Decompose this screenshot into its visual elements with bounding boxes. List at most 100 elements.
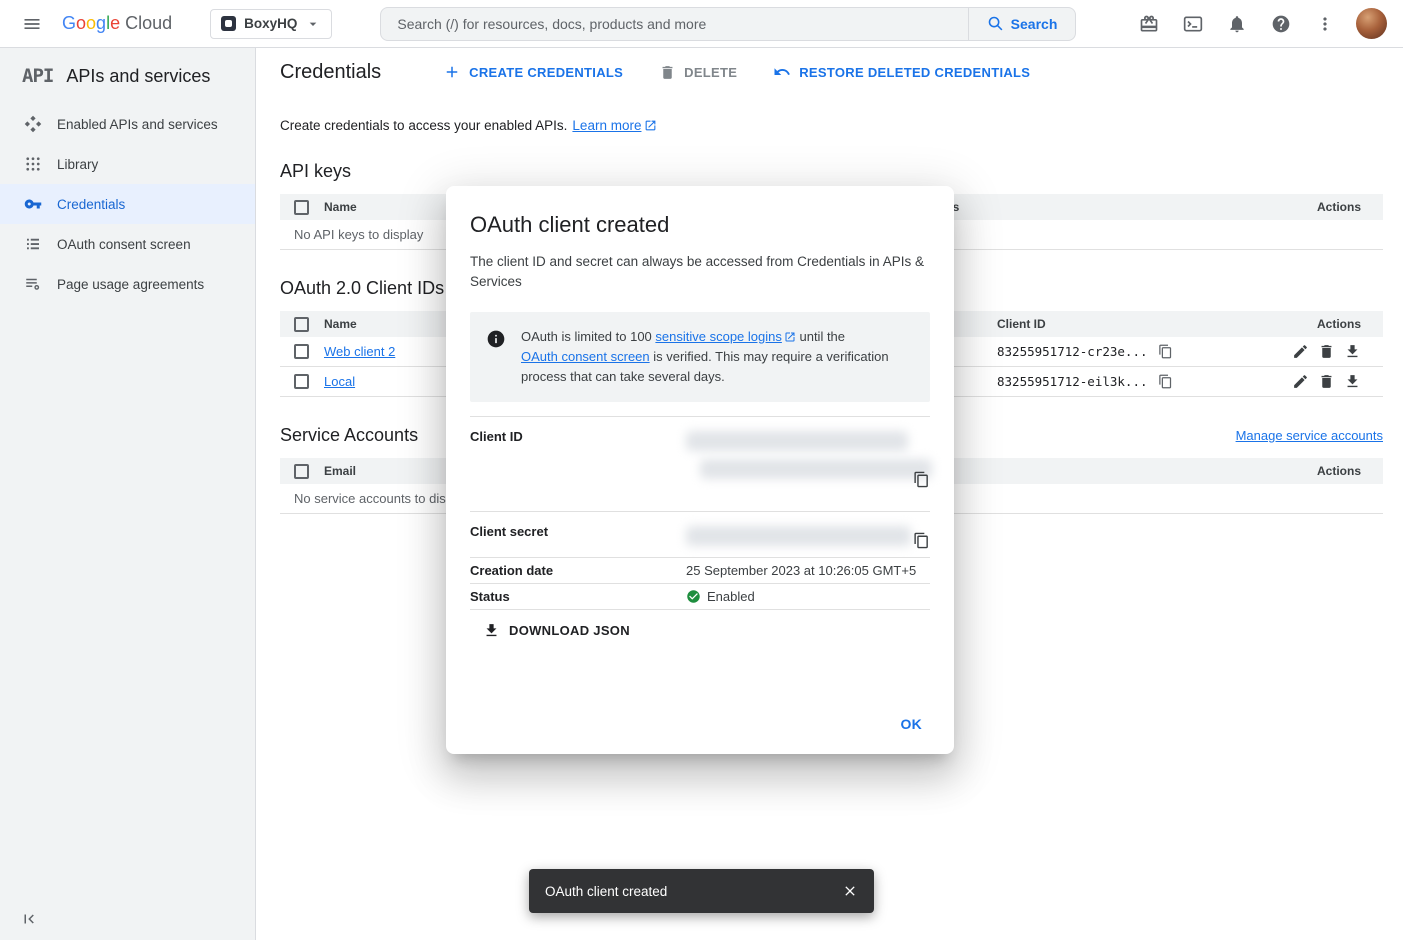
enabled-apis-icon	[24, 115, 42, 133]
sidebar-item-page-usage-agreements[interactable]: Page usage agreements	[0, 264, 255, 304]
search-bar: Search	[380, 7, 1076, 41]
creation-date-row: Creation date 25 September 2023 at 10:26…	[470, 558, 930, 584]
row-checkbox[interactable]	[294, 374, 309, 389]
download-json-label: DOWNLOAD JSON	[509, 623, 630, 638]
dialog-notice-text: OAuth is limited to 100 sensitive scope …	[521, 327, 914, 387]
intro-sentence: Create credentials to access your enable…	[280, 118, 567, 133]
restore-deleted-credentials-button[interactable]: RESTORE DELETED CREDENTIALS	[773, 63, 1030, 81]
more-vert-icon	[1315, 14, 1335, 34]
help-button[interactable]	[1262, 5, 1300, 43]
info-icon	[486, 329, 506, 349]
client-name-link[interactable]: Local	[324, 374, 355, 389]
cloud-shell-icon	[1183, 14, 1203, 34]
notice-mid: until the	[796, 329, 845, 344]
learn-more-label: Learn more	[572, 118, 641, 133]
chevron-down-icon	[305, 16, 321, 32]
oauth-consent-screen-link[interactable]: OAuth consent screen	[521, 347, 650, 367]
copy-icon	[1158, 374, 1173, 389]
sidebar-item-credentials[interactable]: Credentials	[0, 184, 255, 224]
select-all-checkbox[interactable]	[294, 464, 309, 479]
service-accounts-heading-label: Service Accounts	[280, 425, 418, 446]
download-icon	[483, 622, 500, 639]
trash-icon	[1318, 373, 1335, 390]
menu-button[interactable]	[22, 14, 42, 34]
column-actions: Actions	[1263, 464, 1383, 478]
page-toolbar: Credentials CREATE CREDENTIALS DELETE RE…	[256, 48, 1403, 96]
header-checkbox-cell	[280, 317, 324, 332]
manage-service-accounts-link[interactable]: Manage service accounts	[1236, 428, 1383, 443]
client-secret-row: Client secret	[470, 512, 930, 558]
row-checkbox[interactable]	[294, 344, 309, 359]
status-value: Enabled	[686, 589, 930, 604]
copy-client-secret-button[interactable]	[913, 532, 930, 549]
column-actions: Actions	[1263, 317, 1383, 331]
sidebar-item-library[interactable]: Library	[0, 144, 255, 184]
toast-close-button[interactable]	[832, 873, 868, 909]
sidebar-item-label: Credentials	[57, 197, 125, 212]
check-circle-icon	[686, 589, 701, 604]
delete-row-button[interactable]	[1318, 373, 1335, 390]
client-id-redacted	[686, 431, 908, 451]
logo-letter: G	[62, 13, 76, 34]
search-button-label: Search	[1011, 16, 1058, 32]
oauth-clients-heading-label: OAuth 2.0 Client IDs	[280, 278, 444, 299]
select-all-checkbox[interactable]	[294, 200, 309, 215]
copy-client-id-button[interactable]	[1158, 374, 1173, 389]
project-selector[interactable]: BoxyHQ	[210, 9, 332, 39]
logo-cloud-text: Cloud	[125, 13, 172, 34]
row-actions	[1263, 373, 1383, 390]
search-button[interactable]: Search	[968, 8, 1076, 40]
copy-client-id-button[interactable]	[913, 471, 930, 488]
delete-button[interactable]: DELETE	[659, 64, 737, 81]
collapse-sidebar-button[interactable]	[20, 910, 38, 928]
key-icon	[24, 195, 42, 213]
notifications-button[interactable]	[1218, 5, 1256, 43]
status-label: Status	[470, 589, 686, 604]
ok-button[interactable]: OK	[893, 710, 931, 738]
copy-icon	[1158, 344, 1173, 359]
delete-row-button[interactable]	[1318, 343, 1335, 360]
client-id-redacted	[700, 459, 932, 479]
client-id-label: Client ID	[470, 429, 686, 501]
download-row-button[interactable]	[1344, 373, 1361, 390]
cloud-shell-button[interactable]	[1174, 5, 1212, 43]
status-row: Status Enabled	[470, 584, 930, 610]
header-checkbox-cell	[280, 200, 324, 215]
search-input[interactable]	[381, 8, 967, 40]
plus-icon	[443, 63, 461, 81]
api-keys-empty-text: No API keys to display	[280, 227, 423, 242]
edit-icon	[1292, 373, 1309, 390]
agreements-icon	[24, 275, 42, 293]
more-options-button[interactable]	[1306, 5, 1344, 43]
row-checkbox-cell	[280, 344, 324, 359]
client-secret-label: Client secret	[470, 524, 686, 547]
sensitive-scope-logins-link[interactable]: sensitive scope logins	[655, 327, 795, 347]
help-icon	[1271, 14, 1291, 34]
sidebar-item-label: OAuth consent screen	[57, 237, 191, 252]
sidebar-item-label: Library	[57, 157, 98, 172]
consent-screen-icon	[24, 235, 42, 253]
notice-link2-label: OAuth consent screen	[521, 347, 650, 367]
select-all-checkbox[interactable]	[294, 317, 309, 332]
create-credentials-button[interactable]: CREATE CREDENTIALS	[443, 63, 623, 81]
learn-more-link[interactable]: Learn more	[572, 118, 657, 133]
gift-button[interactable]	[1130, 5, 1168, 43]
header-checkbox-cell	[280, 464, 324, 479]
toast: OAuth client created	[529, 869, 874, 913]
search-icon	[987, 15, 1004, 32]
avatar[interactable]	[1356, 8, 1387, 39]
logo-letter: e	[110, 13, 120, 34]
download-json-button[interactable]: DOWNLOAD JSON	[483, 622, 630, 639]
trash-icon	[659, 64, 676, 81]
menu-icon	[22, 14, 42, 34]
client-name-link[interactable]: Web client 2	[324, 344, 395, 359]
copy-client-id-button[interactable]	[1158, 344, 1173, 359]
edit-button[interactable]	[1292, 343, 1309, 360]
copy-icon	[913, 471, 930, 488]
download-row-button[interactable]	[1344, 343, 1361, 360]
oauth-client-created-dialog: OAuth client created The client ID and s…	[446, 186, 954, 754]
sidebar-item-oauth-consent[interactable]: OAuth consent screen	[0, 224, 255, 264]
status-text: Enabled	[707, 589, 755, 604]
edit-button[interactable]	[1292, 373, 1309, 390]
sidebar-item-enabled-apis[interactable]: Enabled APIs and services	[0, 104, 255, 144]
